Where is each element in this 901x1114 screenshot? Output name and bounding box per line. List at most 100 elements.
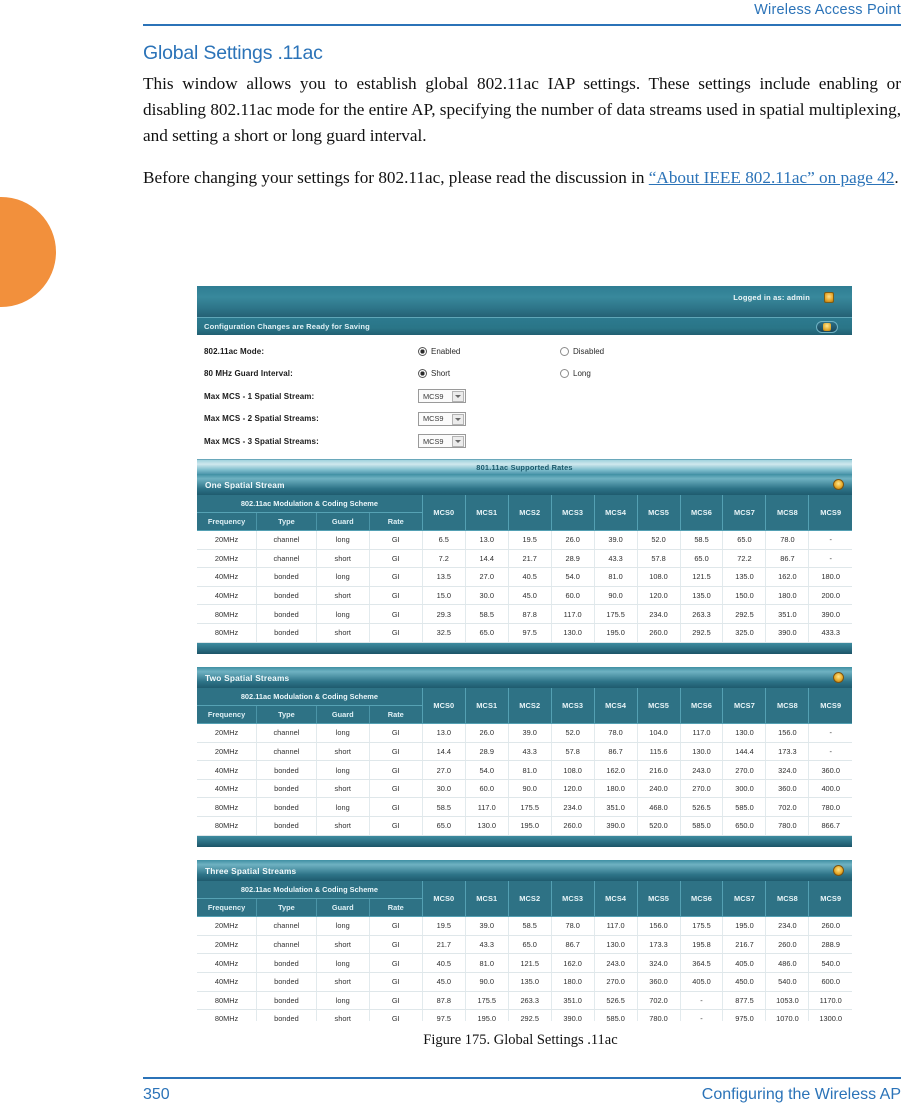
cell-mcs-3: 351.0 (550, 991, 595, 1011)
column-header-frequency: Frequency (197, 898, 257, 918)
cell-mcs-5: 702.0 (636, 991, 681, 1011)
column-header-type: Type (256, 705, 317, 725)
chevron-down-icon[interactable] (452, 436, 464, 448)
column-header-mcs-5: MCS5 (636, 687, 681, 725)
table-row: 40MHz bonded long GI 27.0 54.0 81.0 108.0 162.0 2… (197, 760, 852, 780)
cell-mcs-6: 526.5 (679, 797, 723, 818)
chevron-down-icon[interactable] (452, 413, 464, 425)
cell-type: bonded (256, 991, 317, 1011)
cell-mcs-2: 19.5 (507, 530, 552, 550)
cell-mcs-8: 234.0 (765, 916, 809, 936)
table-row: 80MHz bonded long GI 58.5 117.0 175.5 234.0 351.… (197, 797, 852, 818)
cell-mcs-1: 26.0 (464, 723, 509, 743)
cell-type: bonded (256, 623, 317, 643)
mcs-rate-table: 802.11ac Modulation & Coding Scheme MCS0 M… (197, 687, 852, 836)
mcs-group-title: 802.11ac Modulation & Coding Scheme (197, 687, 423, 707)
rate-section-header[interactable]: Two Spatial Streams (197, 666, 852, 688)
table-row: 40MHz bonded short GI 45.0 90.0 135.0 180.0 270.… (197, 972, 852, 992)
cell-guard: short (315, 1009, 370, 1021)
cell-type: channel (256, 916, 317, 936)
cell-guard: short (315, 779, 370, 799)
cell-rate: GI (368, 586, 423, 606)
gear-icon[interactable] (833, 671, 844, 683)
cell-rate: GI (368, 1009, 423, 1021)
cell-mcs-2: 65.0 (507, 935, 552, 955)
cell-mcs-7: 292.5 (722, 604, 766, 624)
column-header-mcs-3: MCS3 (550, 494, 595, 531)
select-max-mcs-1-stream[interactable]: MCS9 (418, 389, 466, 404)
column-header-rate: Rate (368, 512, 423, 531)
cell-mcs-7: 325.0 (722, 623, 766, 643)
cell-mcs-9: 866.7 (808, 816, 852, 836)
cell-mcs-6: - (679, 1009, 723, 1021)
cell-frequency: 80MHz (197, 604, 257, 624)
cell-guard: short (315, 549, 370, 569)
table-row: 80MHz bonded short GI 65.0 130.0 195.0 260.0 390… (197, 816, 852, 836)
cell-guard: short (315, 742, 370, 762)
rate-section-title: Two Spatial Streams (205, 672, 290, 683)
logged-in-label: Logged in as: admin (733, 293, 810, 302)
select-max-mcs-2-streams[interactable]: MCS9 (418, 411, 466, 426)
cell-mcs-7: 450.0 (722, 972, 766, 992)
cell-mcs-9: 180.0 (808, 567, 852, 587)
chevron-down-icon[interactable] (452, 391, 464, 403)
cell-frequency: 40MHz (197, 586, 257, 606)
rate-tables-host: One Spatial Stream 802.11ac Modulation & … (197, 473, 852, 1021)
cell-type: bonded (256, 953, 317, 973)
radio-guard-short[interactable]: Short (418, 369, 560, 379)
label-max-mcs-2-streams: Max MCS - 2 Spatial Streams: (204, 414, 319, 424)
cell-mcs-9: 433.3 (808, 623, 852, 643)
cell-mcs-4: 90.0 (593, 586, 638, 606)
cell-mcs-2: 195.0 (507, 816, 552, 836)
label-max-mcs-1-stream: Max MCS - 1 Spatial Stream: (204, 391, 315, 401)
column-header-mcs-0: MCS0 (421, 494, 466, 531)
cell-mcs-7: 195.0 (722, 916, 766, 936)
cell-mcs-6: 117.0 (679, 723, 723, 743)
cell-type: bonded (256, 586, 317, 606)
cell-frequency: 20MHz (197, 530, 257, 550)
cell-frequency: 40MHz (197, 567, 257, 587)
cell-mcs-7: 144.4 (722, 742, 766, 762)
column-header-mcs-8: MCS8 (765, 687, 809, 725)
radio-guard-long[interactable]: Long (560, 369, 702, 379)
cell-frequency: 80MHz (197, 816, 257, 836)
cell-mcs-2: 121.5 (507, 953, 552, 973)
cell-frequency: 20MHz (197, 916, 257, 936)
cell-mcs-2: 175.5 (507, 797, 552, 818)
cell-mcs-6: 65.0 (679, 549, 723, 569)
save-changes-button[interactable] (816, 321, 838, 333)
column-header-mcs-1: MCS1 (464, 494, 509, 531)
lock-icon[interactable] (824, 292, 834, 303)
cell-mcs-5: 156.0 (636, 916, 681, 936)
column-header-mcs-7: MCS7 (722, 494, 766, 531)
cell-mcs-1: 30.0 (464, 586, 509, 606)
cell-mcs-3: 86.7 (550, 935, 595, 955)
cell-mcs-8: 180.0 (765, 586, 809, 606)
cell-mcs-8: 173.3 (765, 742, 809, 762)
radio-mode-disabled[interactable]: Disabled (560, 346, 702, 356)
table-row: 40MHz bonded short GI 30.0 60.0 90.0 120.0 180.0… (197, 779, 852, 799)
gear-icon[interactable] (833, 478, 844, 490)
column-header-mcs-5: MCS5 (636, 880, 681, 918)
cell-mcs-3: 54.0 (550, 567, 595, 587)
cell-mcs-7: 405.0 (722, 953, 766, 973)
cell-guard: long (315, 916, 370, 936)
cell-type: channel (256, 723, 317, 743)
cell-mcs-2: 58.5 (507, 916, 552, 936)
cell-rate: GI (368, 760, 423, 780)
rate-section-header[interactable]: One Spatial Stream (197, 473, 852, 495)
radio-mode-enabled[interactable]: Enabled (418, 346, 560, 356)
cell-rate: GI (368, 549, 423, 569)
cell-mcs-3: 117.0 (550, 604, 595, 624)
table-row: 40MHz bonded long GI 40.5 81.0 121.5 162.0 243.0… (197, 953, 852, 973)
select-max-mcs-3-streams[interactable]: MCS9 (418, 434, 466, 449)
rate-section-header[interactable]: Three Spatial Streams (197, 859, 852, 881)
cell-mcs-4: 162.0 (593, 760, 638, 780)
cell-type: bonded (256, 797, 317, 818)
cell-mcs-5: 468.0 (636, 797, 681, 818)
table-row: 80MHz bonded short GI 32.5 65.0 97.5 130.0 195.0… (197, 623, 852, 643)
cross-reference-link[interactable]: “About IEEE 802.11ac” on page 42 (649, 168, 895, 187)
gear-icon[interactable] (833, 864, 844, 876)
cell-type: bonded (256, 1009, 317, 1021)
cell-mcs-4: 86.7 (593, 742, 638, 762)
